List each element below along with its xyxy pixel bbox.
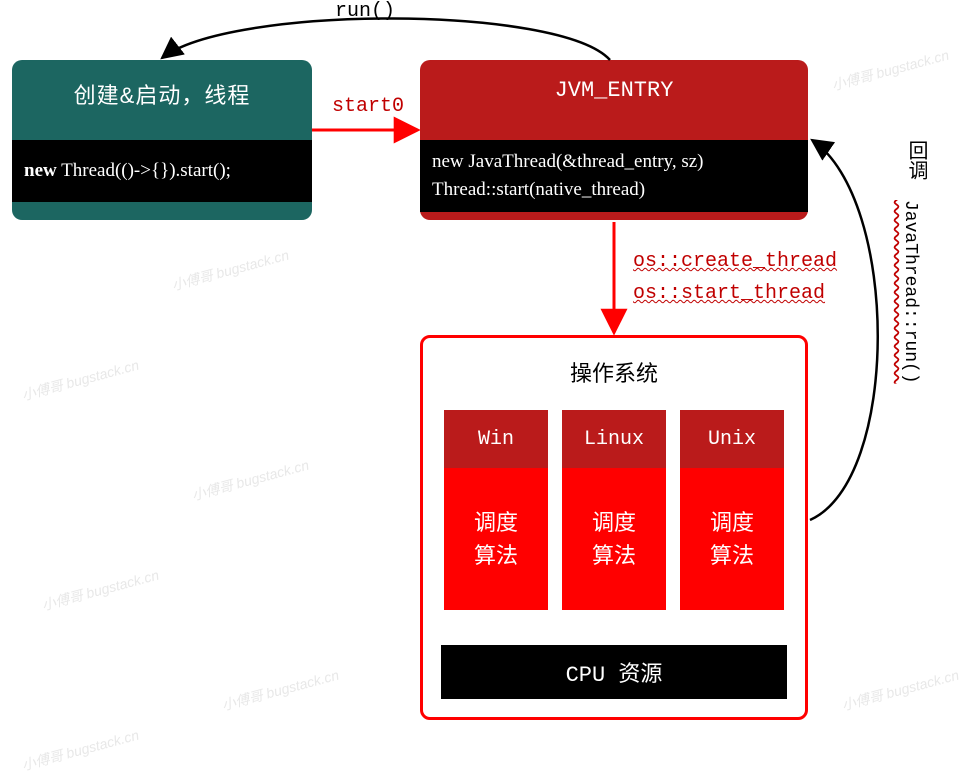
watermark: 小傅哥 bugstack.cn bbox=[219, 665, 341, 716]
watermark: 小傅哥 bugstack.cn bbox=[169, 245, 291, 296]
os-algo: 调度算法 bbox=[562, 468, 666, 610]
watermark: 小傅哥 bugstack.cn bbox=[19, 355, 141, 406]
os-col-win: Win 调度算法 bbox=[444, 410, 548, 610]
os-title: 操作系统 bbox=[423, 356, 805, 388]
thread-create-box: 创建&启动，线程 new Thread(()->{}).start(); bbox=[12, 60, 312, 220]
cpu-bar: CPU 资源 bbox=[441, 645, 787, 699]
os-algo: 调度算法 bbox=[680, 468, 784, 610]
os-name: Linux bbox=[562, 410, 666, 468]
label-os-create: os::create_thread bbox=[633, 250, 837, 273]
watermark: 小傅哥 bugstack.cn bbox=[189, 455, 311, 506]
os-algo: 调度算法 bbox=[444, 468, 548, 610]
os-name: Win bbox=[444, 410, 548, 468]
label-run: run() bbox=[335, 0, 395, 23]
label-javathread-run: JavaThread::run() bbox=[900, 200, 920, 384]
os-col-unix: Unix 调度算法 bbox=[680, 410, 784, 610]
jvm-entry-box: JVM_ENTRY new JavaThread(&thread_entry, … bbox=[420, 60, 808, 220]
os-columns: Win 调度算法 Linux 调度算法 Unix 调度算法 bbox=[423, 410, 805, 610]
watermark: 小傅哥 bugstack.cn bbox=[19, 725, 141, 775]
label-start0: start0 bbox=[332, 95, 404, 118]
thread-create-code: new Thread(()->{}).start(); bbox=[12, 140, 312, 202]
label-callback: 回调 bbox=[900, 140, 929, 180]
watermark: 小傅哥 bugstack.cn bbox=[829, 45, 951, 96]
os-name: Unix bbox=[680, 410, 784, 468]
watermark: 小傅哥 bugstack.cn bbox=[39, 565, 161, 616]
thread-create-title: 创建&启动，线程 bbox=[12, 60, 312, 110]
jvm-entry-code: new JavaThread(&thread_entry, sz) Thread… bbox=[420, 140, 808, 212]
watermark: 小傅哥 bugstack.cn bbox=[839, 665, 961, 716]
os-col-linux: Linux 调度算法 bbox=[562, 410, 666, 610]
os-box: 操作系统 Win 调度算法 Linux 调度算法 Unix 调度算法 CPU 资… bbox=[420, 335, 808, 720]
jvm-entry-title: JVM_ENTRY bbox=[420, 60, 808, 103]
label-os-start: os::start_thread bbox=[633, 282, 825, 305]
